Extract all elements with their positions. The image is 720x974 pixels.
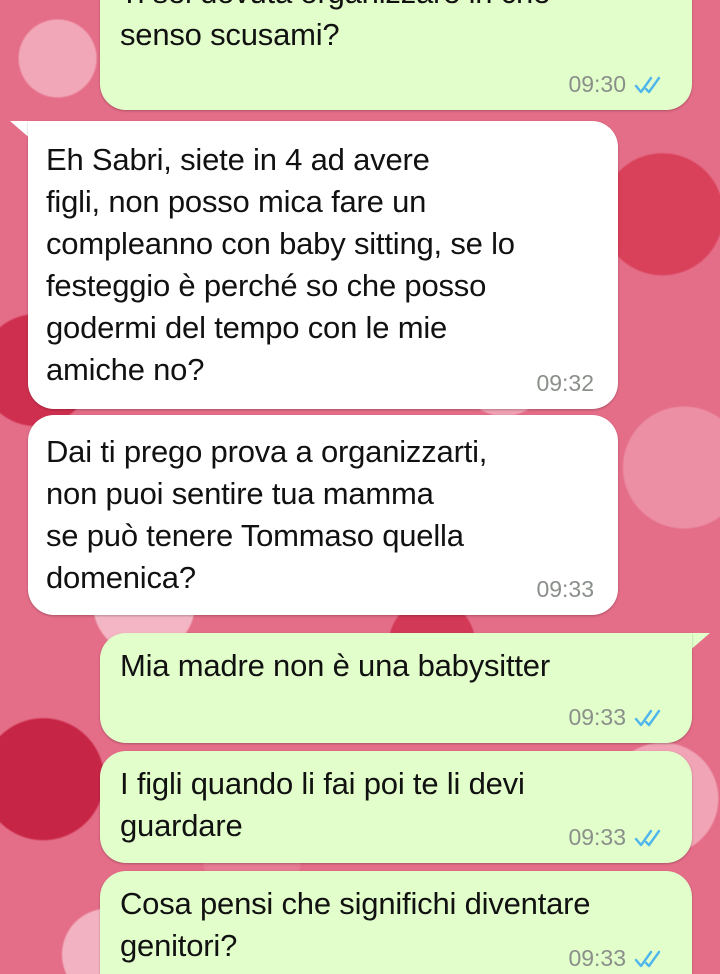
message-bubble-outgoing[interactable]: Cosa pensi che significhi diventare geni…	[100, 871, 692, 974]
message-meta: 09:30	[568, 71, 668, 98]
message-text: Eh Sabri, siete in 4 ad avere figli, non…	[46, 142, 515, 387]
message-bubble-outgoing[interactable]: Mia madre non è una babysitter 09:33	[100, 633, 692, 743]
read-receipt-icon	[634, 709, 661, 726]
message-bubble-outgoing[interactable]: Ti sei dovuta organizzare in che senso s…	[100, 0, 692, 110]
read-receipt-icon	[634, 829, 661, 846]
message-time: 09:33	[568, 704, 626, 730]
message-bubble-outgoing[interactable]: I figli quando li fai poi te li devi gua…	[100, 751, 692, 863]
message-meta: 09:32	[536, 370, 594, 397]
message-meta: 09:33	[568, 824, 668, 851]
read-receipt-icon	[634, 950, 661, 967]
message-bubble-incoming[interactable]: Eh Sabri, siete in 4 ad avere figli, non…	[28, 121, 618, 409]
message-text: I figli quando li fai poi te li devi gua…	[120, 766, 525, 843]
message-time: 09:33	[568, 824, 626, 850]
message-bubble-incoming[interactable]: Dai ti prego prova a organizzarti, non p…	[28, 415, 618, 615]
message-text: Ti sei dovuta organizzare in che senso s…	[120, 0, 550, 52]
message-meta: 09:33	[568, 945, 668, 972]
message-time: 09:33	[568, 945, 626, 971]
message-text: Dai ti prego prova a organizzarti, non p…	[46, 434, 488, 595]
read-receipt-icon	[634, 76, 661, 93]
message-meta: 09:33	[568, 704, 668, 731]
message-time: 09:30	[568, 71, 626, 97]
message-text: Cosa pensi che significhi diventare geni…	[120, 886, 591, 963]
message-meta: 09:33	[536, 576, 594, 603]
message-text: Mia madre non è una babysitter	[120, 648, 550, 683]
message-time: 09:32	[536, 370, 594, 396]
message-time: 09:33	[536, 576, 594, 602]
